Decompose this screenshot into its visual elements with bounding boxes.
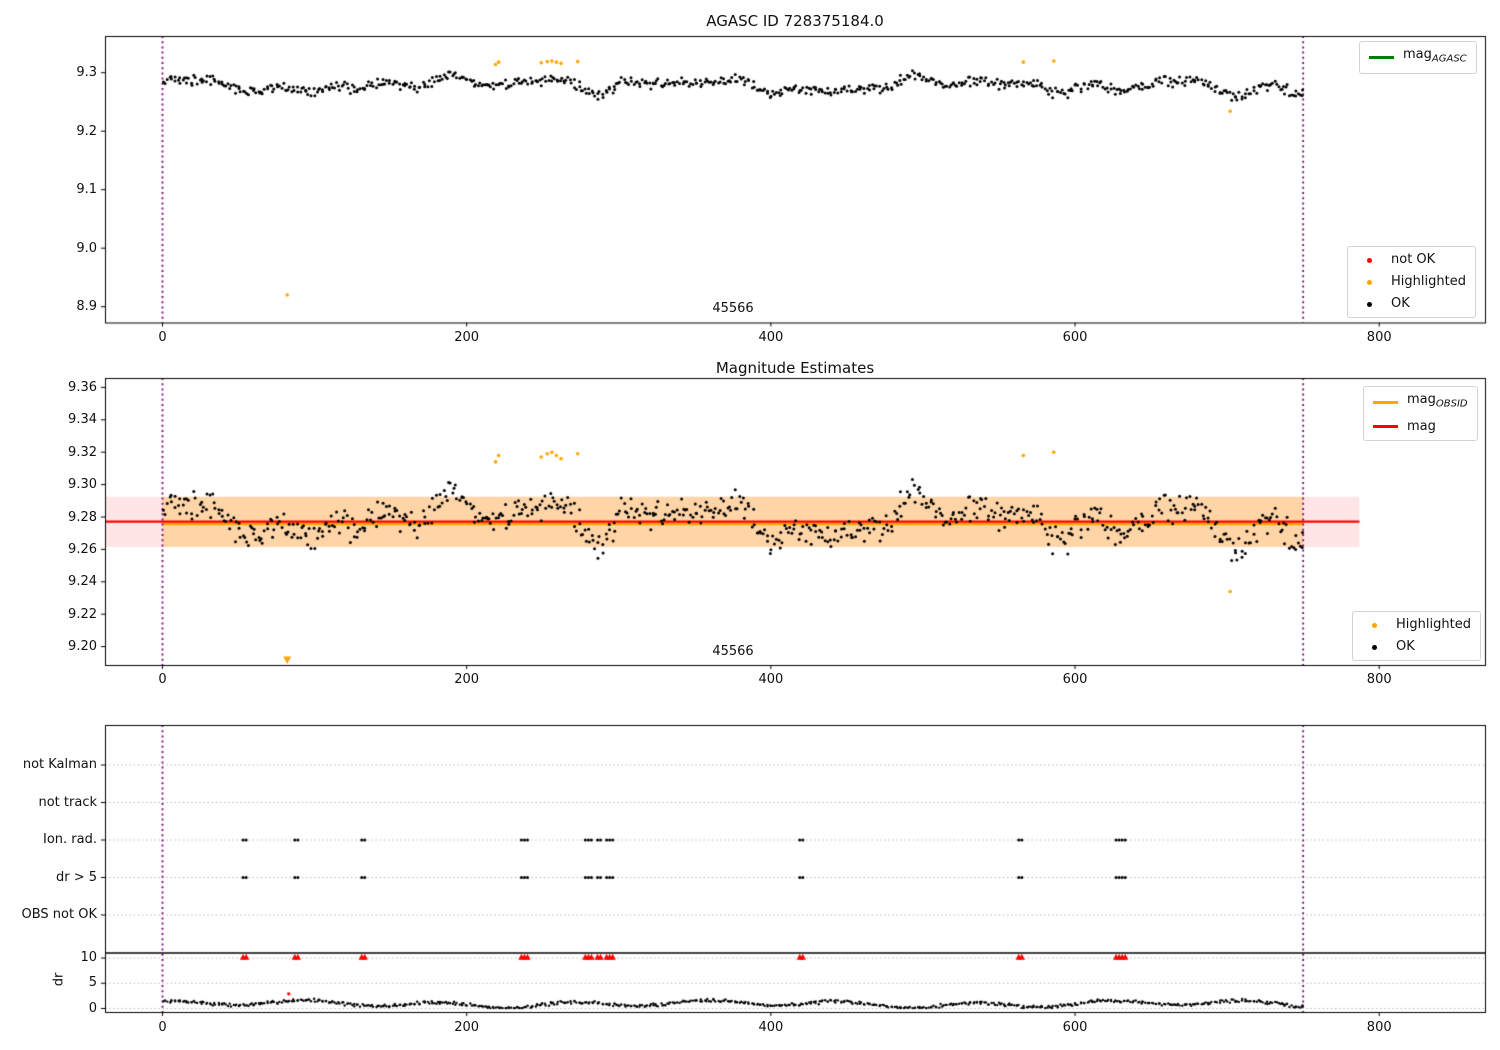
flag-category-label: Ion. rad. bbox=[43, 832, 97, 847]
plot2-obsid-annotation: 45566 bbox=[712, 644, 754, 659]
legend-label-main: mag bbox=[1403, 47, 1432, 62]
legend-row: magAGASC bbox=[1369, 46, 1467, 69]
mag-agasc-legend-label: magAGASC bbox=[1403, 46, 1467, 69]
plot2-ytick-label: 9.20 bbox=[68, 639, 97, 655]
plot2-ytick-label: 9.24 bbox=[68, 574, 97, 590]
highlighted-marker-swatch bbox=[1372, 622, 1377, 628]
plot1-ytick-label: 8.9 bbox=[76, 299, 97, 315]
highlighted-marker-swatch bbox=[1367, 279, 1372, 285]
plot1-xtick-label: 200 bbox=[454, 330, 480, 345]
plot2-ytick-label: 9.26 bbox=[68, 541, 97, 557]
legend-row: OK bbox=[1357, 295, 1466, 313]
plot2-xtick-label: 600 bbox=[1062, 672, 1088, 687]
legend-plot1-markers: not OK Highlighted OK bbox=[1347, 246, 1476, 318]
mag-agasc-line-swatch bbox=[1369, 55, 1394, 59]
plot2-xtick-label: 400 bbox=[758, 672, 784, 687]
plot2-ytick-label: 9.34 bbox=[68, 412, 97, 428]
swatch-cell bbox=[1357, 279, 1382, 285]
plot3-xtick-label: 600 bbox=[1062, 1019, 1088, 1035]
legend-row: not OK bbox=[1357, 251, 1466, 269]
plot2-ytick-label: 9.32 bbox=[68, 444, 97, 460]
plot3-xtick-label: 0 bbox=[158, 1019, 167, 1035]
flag-category-label: not track bbox=[38, 794, 97, 810]
dr-tick-label: 10 bbox=[80, 950, 97, 965]
plot1-xtick-label: 400 bbox=[758, 330, 784, 345]
highlighted-legend-label: Highlighted bbox=[1396, 617, 1471, 632]
legend-row: mag bbox=[1373, 418, 1468, 436]
legend-plot2-markers: Highlighted OK bbox=[1352, 611, 1481, 661]
plot1-ytick-label: 9.2 bbox=[76, 123, 97, 139]
legend-label-sub: AGASC bbox=[1431, 53, 1467, 65]
figure: AGASC ID 728375184.0 Magnitude Estimates… bbox=[0, 0, 1500, 1050]
figure-canvas bbox=[0, 0, 1500, 1050]
mag-obsid-line-swatch bbox=[1373, 400, 1398, 404]
not-ok-marker-swatch bbox=[1367, 257, 1372, 263]
flag-category-label: dr > 5 bbox=[55, 869, 97, 885]
dr-tick-label: 0 bbox=[88, 1000, 97, 1016]
plot1-title: AGASC ID 728375184.0 bbox=[706, 12, 884, 30]
plot1-obsid-annotation: 45566 bbox=[712, 301, 754, 316]
plot2-title: Magnitude Estimates bbox=[715, 359, 875, 377]
legend-label-main: mag bbox=[1407, 392, 1436, 407]
swatch-cell bbox=[1362, 622, 1387, 628]
plot1-xtick-label: 600 bbox=[1062, 330, 1088, 345]
ok-marker-swatch bbox=[1372, 644, 1377, 650]
mag-line-swatch bbox=[1373, 425, 1398, 429]
legend-row: Highlighted bbox=[1362, 616, 1471, 634]
ok-marker-swatch bbox=[1367, 301, 1372, 307]
dr-tick-label: 5 bbox=[88, 975, 97, 991]
plot1-ytick-label: 9.3 bbox=[76, 65, 97, 81]
plot3-xtick-label: 200 bbox=[454, 1019, 480, 1035]
plot1-ytick-label: 9.1 bbox=[76, 182, 97, 198]
plot2-xtick-label: 0 bbox=[158, 672, 167, 687]
not-ok-legend-label: not OK bbox=[1391, 252, 1436, 267]
highlighted-legend-label: Highlighted bbox=[1391, 274, 1466, 289]
legend-row: magOBSID bbox=[1373, 391, 1468, 414]
plot2-ytick-label: 9.22 bbox=[68, 606, 97, 622]
ok-legend-label: OK bbox=[1391, 296, 1410, 311]
plot3-xtick-label: 400 bbox=[758, 1019, 784, 1035]
plot1-xtick-label: 0 bbox=[158, 330, 167, 345]
plot2-ytick-label: 9.30 bbox=[68, 477, 97, 493]
swatch-cell bbox=[1357, 257, 1382, 263]
plot1-ytick-label: 9.0 bbox=[76, 240, 97, 256]
legend-mag-lines: magOBSID mag bbox=[1363, 386, 1478, 441]
flag-category-label: OBS not OK bbox=[21, 907, 98, 922]
plot2-ytick-label: 9.28 bbox=[68, 509, 97, 525]
plot2-ytick-label: 9.36 bbox=[68, 379, 97, 395]
plot2-xtick-label: 800 bbox=[1366, 672, 1392, 687]
plot3-xtick-label: 800 bbox=[1366, 1019, 1392, 1035]
plot2-xtick-label: 200 bbox=[454, 672, 480, 687]
legend-label-sub: OBSID bbox=[1435, 398, 1468, 410]
mag-obsid-legend-label: magOBSID bbox=[1407, 391, 1468, 414]
flag-category-label: not Kalman bbox=[22, 757, 97, 772]
swatch-cell bbox=[1357, 301, 1382, 307]
mag-legend-label: mag bbox=[1407, 418, 1436, 434]
plot1-xtick-label: 800 bbox=[1366, 330, 1392, 345]
legend-row: OK bbox=[1362, 638, 1471, 656]
legend-row: Highlighted bbox=[1357, 273, 1466, 291]
legend-mag-agasc: magAGASC bbox=[1359, 41, 1477, 74]
ok-legend-label: OK bbox=[1396, 639, 1415, 654]
swatch-cell bbox=[1362, 644, 1387, 650]
